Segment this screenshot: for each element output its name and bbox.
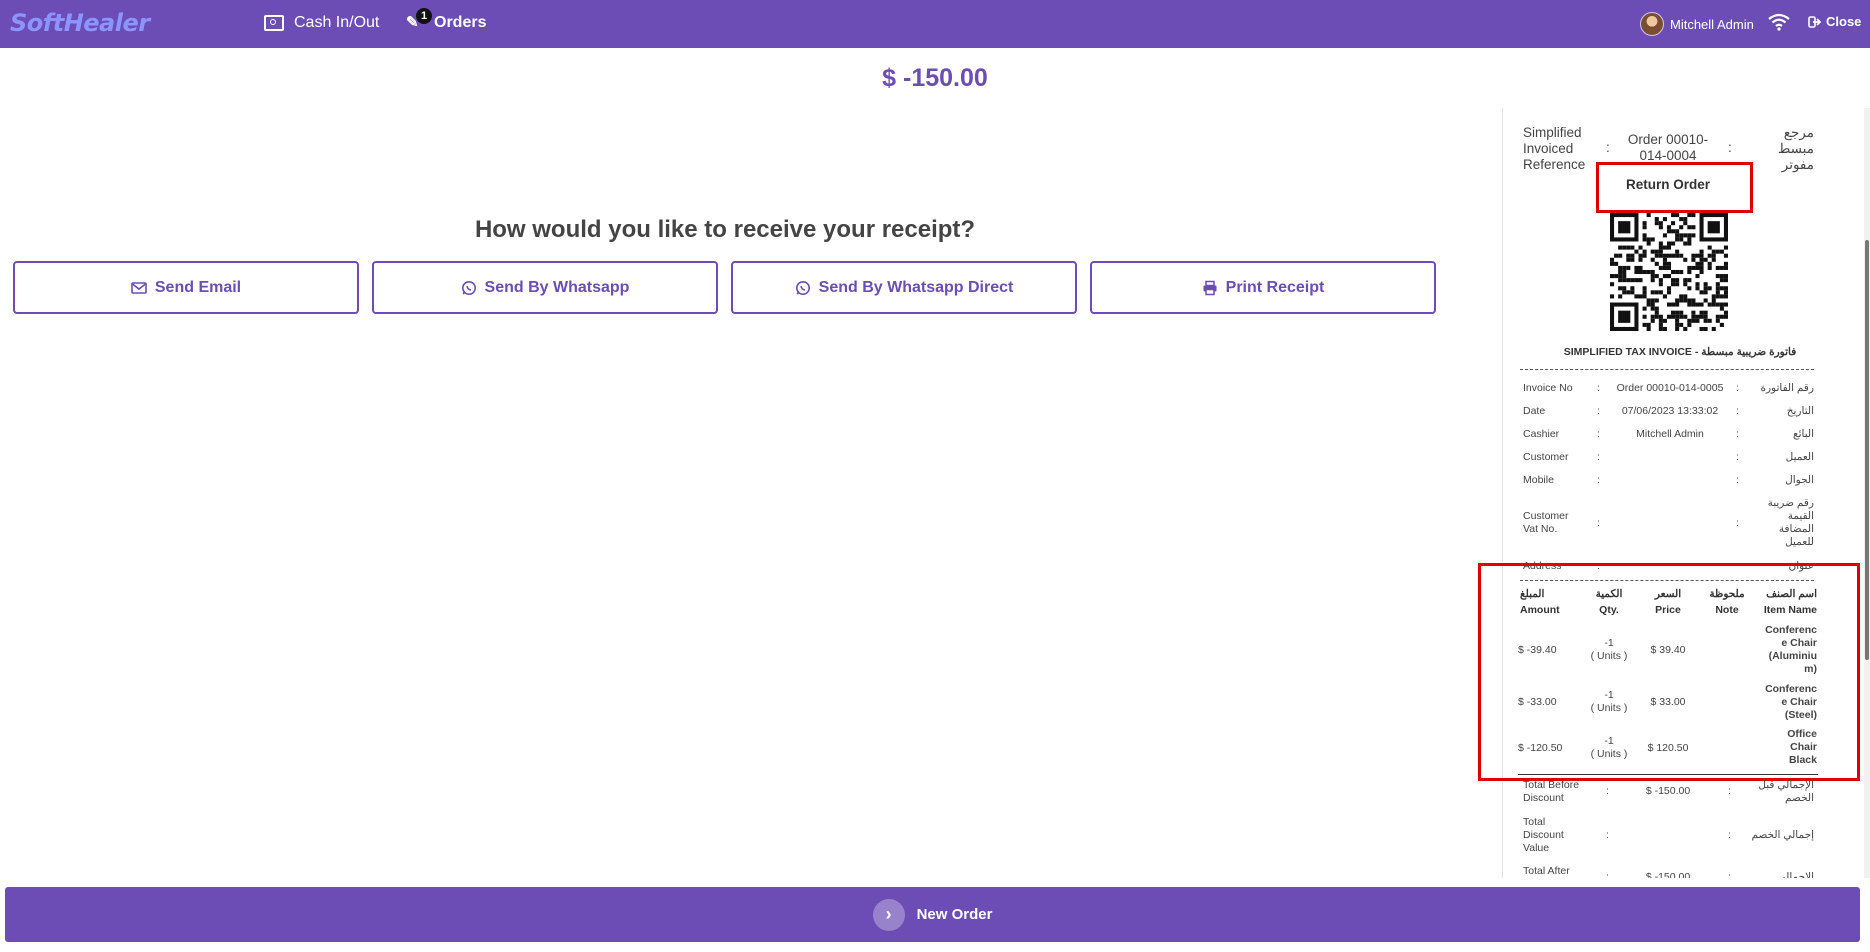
vat-colon: : [1597,517,1600,529]
field-colon: : [1597,474,1600,486]
field-colon: : [1597,405,1600,417]
field-colon-ar: : [1736,405,1739,417]
close-button[interactable]: Close [1808,14,1861,29]
send-whatsapp-button[interactable]: Send By Whatsapp [372,261,718,314]
total-discount-colon-ar: : [1728,829,1731,841]
orders-badge: 1 [416,8,432,24]
cash-icon [264,15,284,31]
total-before-label-ar: الإجمالي قبل الخصم [1758,779,1814,804]
field-label-ar: البائع [1793,428,1814,440]
field-label-en: Cashier [1523,428,1560,440]
field-label-ar: التاريخ [1786,405,1814,417]
send-whatsapp-direct-label: Send By Whatsapp Direct [818,278,1014,296]
field-label-en: Mobile [1523,474,1554,486]
ticket-icon: ✎ 1 [406,8,432,32]
field-colon: : [1597,451,1600,463]
total-after-label-en: Total After [1523,865,1570,877]
orders-label: Orders [434,14,487,31]
new-order-label: New Order [916,906,993,923]
invoice-title: SIMPLIFIED TAX INVOICE - فاتورة ضريبية م… [1563,346,1797,358]
vat-label-en: Customer Vat No. [1523,510,1569,535]
user-name: Mitchell Admin [1670,16,1754,32]
envelope-icon [131,281,147,294]
highlight-box-lines [1478,563,1860,781]
sign-out-icon [1808,15,1822,28]
top-bar: SoftHealer Cash In/Out ✎ 1 Orders Mitchel… [0,0,1870,48]
receipt-scrollbar-thumb[interactable] [1865,240,1869,660]
field-label-ar: الجوال [1785,474,1814,486]
ref-label-en: Simplified Invoiced Reference [1523,125,1586,172]
field-label-ar: العميل [1785,451,1814,463]
total-before-label-en: Total Before Discount [1523,779,1580,804]
ref-value: Order 00010- 014-0004 [1627,132,1709,163]
wifi-icon [1768,13,1790,31]
order-amount: $ -150.00 [882,64,988,92]
receipt-clip [1502,878,1864,887]
total-before-value: $ -150.00 [1645,785,1691,797]
ref-colon-ar: : [1728,140,1732,155]
field-colon-ar: : [1736,474,1739,486]
print-receipt-button[interactable]: Print Receipt [1090,261,1436,314]
field-colon-ar: : [1736,382,1739,394]
whatsapp-icon [795,280,810,295]
field-value: Mitchell Admin [1636,428,1704,440]
total-discount-label-ar: إجمالي الخصم [1751,829,1814,841]
new-order-button[interactable]: › New Order [5,887,1860,942]
field-label-ar: رقم الفاتورة [1760,382,1814,394]
field-colon: : [1597,428,1600,440]
print-receipt-label: Print Receipt [1225,278,1325,296]
total-before-colon-ar: : [1728,785,1731,797]
logo: SoftHealer [10,9,150,37]
send-email-button[interactable]: Send Email [13,261,359,314]
send-email-label: Send Email [154,278,242,296]
field-colon-ar: : [1736,451,1739,463]
printer-icon [1203,280,1217,295]
cash-in-out-label: Cash In/Out [294,14,380,31]
avatar [1640,12,1664,36]
vat-label-ar: رقم ضريبة القيمة المضافة للعميل [1767,497,1814,548]
field-colon-ar: : [1736,428,1739,440]
receipt-question: How would you like to receive your recei… [474,216,976,243]
send-whatsapp-direct-button[interactable]: Send By Whatsapp Direct [731,261,1077,314]
total-discount-colon: : [1606,829,1609,841]
divider [1520,369,1814,370]
total-before-colon: : [1606,785,1609,797]
vat-colon-ar: : [1736,517,1739,529]
highlight-box-return-order [1596,162,1753,213]
total-discount-label-en: Total Discount Value [1523,816,1564,854]
field-value: 07/06/2023 13:33:02 [1621,405,1719,417]
cash-in-out-button[interactable]: Cash In/Out [264,14,379,32]
orders-button[interactable]: ✎ 1 Orders [406,8,487,32]
chevron-right-icon: › [872,898,905,931]
field-label-en: Invoice No [1523,382,1573,394]
field-colon: : [1597,382,1600,394]
close-label: Close [1826,14,1862,29]
field-label-en: Customer [1523,451,1569,463]
field-label-en: Date [1523,405,1546,417]
user-menu[interactable]: Mitchell Admin [1640,12,1754,36]
ref-colon: : [1606,140,1610,155]
qr-code [1610,213,1728,331]
send-whatsapp-label: Send By Whatsapp [484,278,630,296]
whatsapp-icon [461,280,476,295]
field-value: Order 00010-014-0005 [1616,382,1724,394]
